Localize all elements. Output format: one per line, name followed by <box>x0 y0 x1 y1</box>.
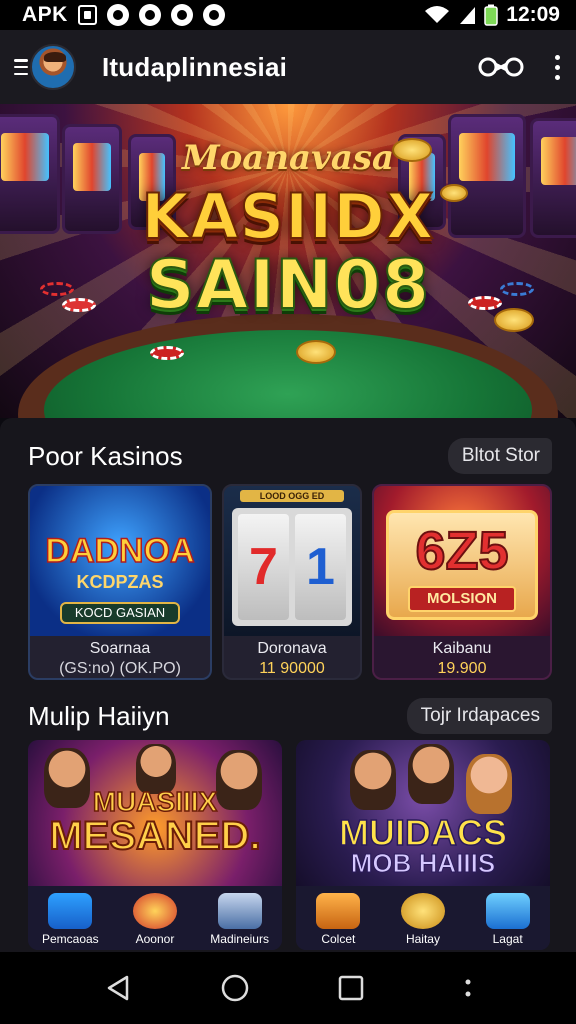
hero-banner[interactable]: Moanavasa KASIIDX SAIN08 <box>0 104 576 418</box>
promo-tile-label: Madineiurs <box>210 932 269 946</box>
promo-tile[interactable]: Lagat <box>468 893 548 946</box>
promo-tile[interactable]: Aoonor <box>115 893 195 946</box>
promo-tile[interactable]: Haitay <box>383 893 463 946</box>
face-icon <box>48 893 93 929</box>
back-button[interactable] <box>98 968 138 1008</box>
status-time: 12:09 <box>506 3 560 26</box>
game-card-name: Doronava <box>257 640 327 657</box>
promo-tile[interactable]: Madineiurs <box>200 893 280 946</box>
circle-icon <box>170 4 193 26</box>
app-bar-actions <box>478 53 562 81</box>
circle-icon <box>138 4 161 26</box>
promo-tile-row: Colcet Haitay Lagat <box>296 886 550 950</box>
recents-icon <box>339 975 364 1001</box>
avatar[interactable] <box>30 44 76 90</box>
promo-card-art: MUASIIIX MESANED. <box>28 740 282 886</box>
promo-tile[interactable]: Colcet <box>298 893 378 946</box>
game-card-value: (GS:no) (OK.PO) <box>59 660 181 677</box>
wifi-icon <box>425 6 450 23</box>
card-icon <box>217 893 262 929</box>
promo-title-line2: MESANED. <box>48 813 261 859</box>
character-illustration <box>350 750 396 810</box>
menu-icon[interactable] <box>14 59 28 75</box>
game-card-art-title: DADNOA <box>45 531 196 571</box>
hero-title-line1: KASIIDX <box>140 179 435 254</box>
hero-subtitle: Moanavasa <box>181 138 395 178</box>
promo-tile-label: Lagat <box>492 932 523 946</box>
game-card-name: Soarnaa <box>89 640 151 657</box>
game-card[interactable]: 6Z5 MOLSION Kaibanu 19.900 <box>372 484 552 680</box>
status-right: 12:09 <box>424 3 560 27</box>
promo-card[interactable]: MUASIIIX MESANED. Pemcaoas Aoonor Madine… <box>28 740 282 950</box>
slot-reel: 1 <box>295 514 346 620</box>
promo-tile-row: Pemcaoas Aoonor Madineiurs <box>28 886 282 950</box>
signal-icon <box>460 7 476 24</box>
game-card-value: 11 90000 <box>259 660 325 677</box>
game-card-art-plate: KOCD GASIAN <box>60 602 180 624</box>
notification-icon <box>77 5 97 25</box>
game-card-art: DADNOA KCDPZAS KOCD GASIAN <box>30 486 210 636</box>
circle-icon <box>202 4 225 26</box>
app-title: Itudaplinnesiai <box>102 51 288 82</box>
link-icon[interactable] <box>478 53 524 81</box>
game-card-art-plate: MOLSION <box>408 586 516 612</box>
game-card[interactable]: DADNOA KCDPZAS KOCD GASIAN Soarnaa (GS:n… <box>28 484 212 680</box>
section-action-button[interactable]: Tojr Irdapaces <box>406 698 552 734</box>
game-card-art: 6Z5 MOLSION <box>374 486 550 636</box>
promo-tile-label: Haitay <box>405 932 440 946</box>
section-header: Mulip Haiiyn Tojr Irdapaces <box>28 698 552 734</box>
battery-icon <box>484 4 499 26</box>
slot-reel: 7 <box>238 514 289 620</box>
app-bar: Itudaplinnesiai <box>0 30 576 104</box>
system-nav-bar <box>0 952 576 1024</box>
chip-icon <box>150 346 184 360</box>
game-card-value: 19.900 <box>437 660 487 677</box>
game-card-art-subtitle: KCDPZAS <box>76 572 164 592</box>
game-card-art-strip: LOOD OGG ED <box>240 490 344 502</box>
coin-icon <box>400 893 445 929</box>
section-title: Poor Kasinos <box>28 440 183 471</box>
back-icon <box>108 975 129 1001</box>
game-card-art: LOOD OGG ED 7 1 <box>224 486 360 636</box>
circle-icon <box>106 4 129 26</box>
game-card-art-title: 6Z5 <box>414 520 509 582</box>
more-dot-button[interactable] <box>448 968 488 1008</box>
promo-card-art: MUIDACS MOB HAIIIS <box>296 740 550 886</box>
game-card[interactable]: LOOD OGG ED 7 1 Doronava 11 90000 <box>222 484 362 680</box>
gem-icon <box>485 893 530 929</box>
promo-card[interactable]: MUIDACS MOB HAIIIS Colcet Haitay Lagat <box>296 740 550 950</box>
chip-icon <box>132 893 177 929</box>
promo-card-row: MUASIIIX MESANED. Pemcaoas Aoonor Madine… <box>28 740 550 950</box>
recents-button[interactable] <box>331 968 371 1008</box>
home-button[interactable] <box>215 968 255 1008</box>
promo-tile-label: Pemcaoas <box>41 932 99 946</box>
promo-tile-label: Aoonor <box>135 932 175 946</box>
content-panel: Poor Kasinos Bltot Stor DADNOA KCDPZAS K… <box>0 418 576 952</box>
hero-title-line2: SAIN08 <box>145 245 431 326</box>
status-bar: APK 12:09 <box>0 0 576 30</box>
section-title: Mulip Haiiyn <box>28 700 170 731</box>
section-action-button[interactable]: Bltot Stor <box>447 438 552 474</box>
home-icon <box>221 974 248 1002</box>
slot-reels: 7 1 <box>232 508 352 626</box>
character-illustration <box>466 754 512 814</box>
status-label: APK <box>22 3 68 26</box>
coin-icon <box>296 340 336 364</box>
character-illustration <box>408 744 454 804</box>
promo-title-line2: MOB HAIIIS <box>350 848 496 879</box>
more-vert-icon[interactable] <box>552 54 562 80</box>
game-card-name: Kaibanu <box>432 640 492 657</box>
more-dot-icon <box>465 979 471 997</box>
status-left: APK <box>22 3 225 27</box>
promo-tile-label: Colcet <box>321 932 356 946</box>
game-card-row: DADNOA KCDPZAS KOCD GASIAN Soarnaa (GS:n… <box>28 484 552 680</box>
section-header: Poor Kasinos Bltot Stor <box>28 438 552 474</box>
promo-tile[interactable]: Pemcaoas <box>30 893 110 946</box>
treasure-icon <box>316 893 361 929</box>
